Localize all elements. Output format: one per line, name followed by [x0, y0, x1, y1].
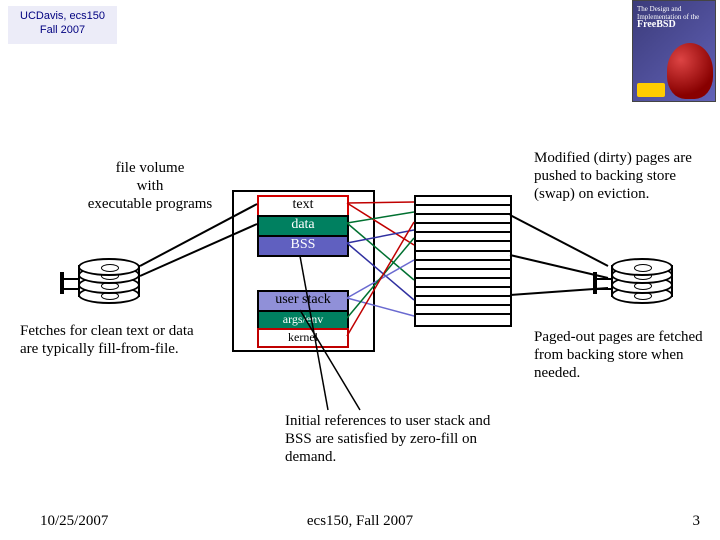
course-header: UCDavis, ecs150 Fall 2007 — [8, 6, 117, 44]
segment-args-env-label: args/env — [283, 312, 323, 326]
page-frames — [414, 195, 512, 327]
course-header-line2: Fall 2007 — [9, 23, 116, 37]
segment-data-label: data — [291, 217, 314, 232]
label-paged-out: Paged-out pages are fetched from backing… — [534, 328, 712, 382]
segment-args-env: args/env — [257, 310, 349, 330]
bsd-daemon-icon — [667, 43, 713, 99]
label-zero-fill: Initial references to user stack and BSS… — [285, 412, 495, 466]
segment-user-stack: user stack — [257, 290, 349, 312]
course-header-line1: UCDavis, ecs150 — [9, 9, 116, 23]
footer-center: ecs150, Fall 2007 — [0, 513, 720, 530]
segment-kernel-label: kernel — [288, 330, 318, 344]
book-title-line3: FreeBSD — [637, 19, 676, 30]
segment-bss: BSS — [257, 235, 349, 257]
segment-text: text — [257, 195, 349, 217]
segment-text-label: text — [293, 197, 314, 212]
textbook-thumbnail: The Design and Implementation of the Fre… — [632, 0, 716, 102]
book-title-line1: The Design and — [637, 5, 681, 13]
label-file-volume: file volumewithexecutable programs — [70, 159, 230, 213]
segment-user-stack-label: user stack — [275, 292, 331, 307]
footer-page-number: 3 — [693, 513, 701, 530]
segment-data: data — [257, 215, 349, 237]
segment-bss-label: BSS — [291, 237, 316, 252]
segment-kernel: kernel — [257, 328, 349, 348]
label-fetches-clean: Fetches for clean text or data are typic… — [20, 322, 210, 358]
label-modified-pages: Modified (dirty) pages are pushed to bac… — [534, 149, 712, 203]
book-badge — [637, 83, 665, 97]
